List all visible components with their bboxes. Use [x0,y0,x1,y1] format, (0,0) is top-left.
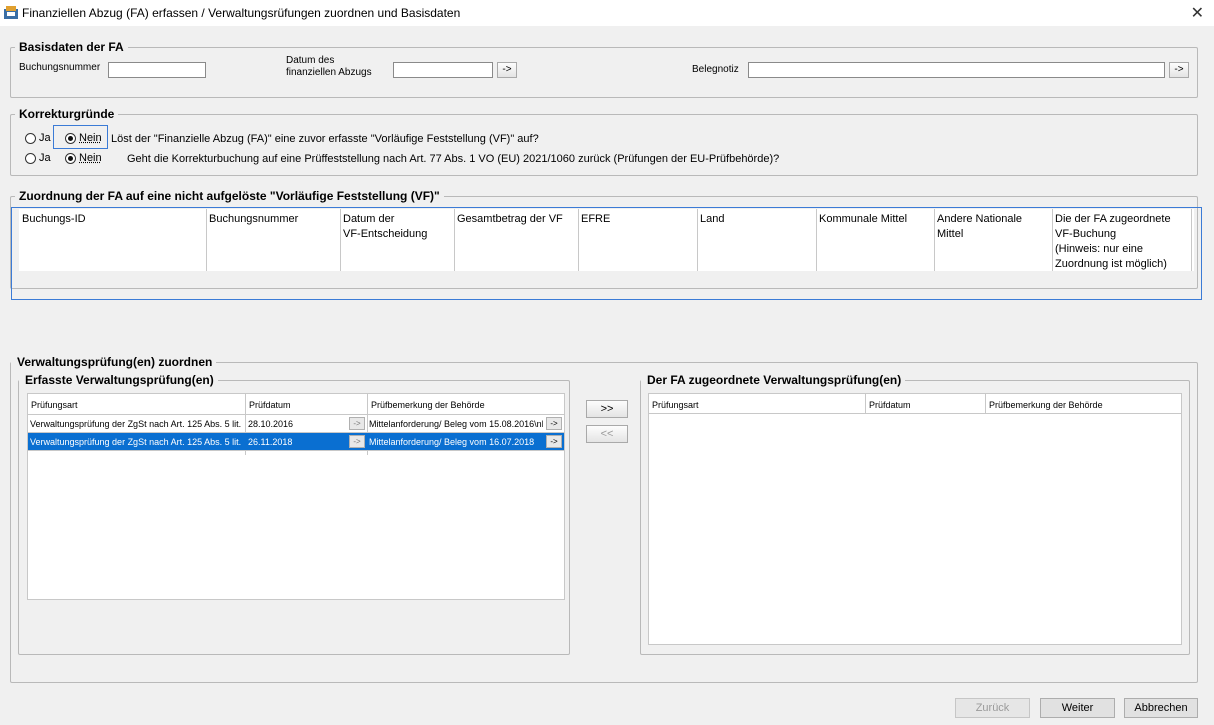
q2-ja-radio[interactable] [25,153,36,164]
back-button[interactable]: Zurück [955,698,1030,718]
erfasste-row-2-datum-button[interactable]: -> [349,435,365,448]
belegnotiz-button[interactable]: -> [1169,62,1189,78]
buchungsnummer-label: Buchungsnummer [19,62,101,73]
erfasste-row-2-art: Verwaltungsprüfung der ZgSt nach Art. 12… [30,437,244,447]
korrekturgruende-legend: Korrekturgründe [19,107,115,121]
zuordnung-col-land[interactable]: Land [700,212,724,227]
erfasste-legend: Erfasste Verwaltungsprüfung(en) [25,373,214,387]
vp-legend: Verwaltungsprüfung(en) zuordnen [17,355,213,369]
erfasste-row-2-bemerkung-button[interactable]: -> [546,435,562,448]
erfasste-col-pruefdatum[interactable]: Prüfdatum [249,397,291,413]
zuordnung-col-andere-nationale-mittel[interactable]: Andere Nationale Mittel [937,212,1022,242]
erfasste-row-1-datum: 28.10.2016 [248,419,294,429]
zuordnung-col-gesamtbetrag[interactable]: Gesamtbetrag der VF [457,212,563,227]
zuordnung-col-datum[interactable]: Datum der VF-Entscheidung [343,212,427,242]
q1-ja-radio[interactable] [25,133,36,144]
zugeordnete-legend: Der FA zugeordnete Verwaltungsprüfung(en… [647,373,902,387]
zugeordnete-col-pruefungsart[interactable]: Prüfungsart [652,397,699,413]
zugeordnete-col-bemerkung[interactable]: Prüfbemerkung der Behörde [989,397,1103,413]
move-left-button[interactable]: << [586,425,628,443]
datum-picker-button[interactable]: -> [497,62,517,78]
q1-question: Löst der "Finanzielle Abzug (FA)" eine z… [111,133,539,145]
buchungsnummer-input[interactable] [108,62,206,78]
move-right-button[interactable]: >> [586,400,628,418]
q2-question: Geht die Korrekturbuchung auf eine Prüff… [127,153,780,165]
cancel-button[interactable]: Abbrechen [1124,698,1198,718]
zuordnung-col-buchungs-id[interactable]: Buchungs-ID [22,212,86,227]
zuordnung-col-buchungsnummer[interactable]: Buchungsnummer [209,212,298,227]
q2-ja-label: Ja [39,152,51,164]
datum-label-line1: Datum des [286,55,335,66]
window-title: Finanziellen Abzug (FA) erfassen / Verwa… [22,6,461,20]
belegnotiz-label: Belegnotiz [692,64,739,75]
zuordnung-col-efre[interactable]: EFRE [581,212,610,227]
erfasste-col-pruefungsart[interactable]: Prüfungsart [31,397,78,413]
datum-input[interactable] [393,62,493,78]
erfasste-col-bemerkung[interactable]: Prüfbemerkung der Behörde [371,397,485,413]
erfasste-row-1-bemerkung: Mittelanforderung/ Beleg vom 15.08.2016\… [369,419,543,429]
q1-nein-radio[interactable] [65,133,76,144]
erfasste-row-2-bemerkung: Mittelanforderung/ Beleg vom 16.07.2018 [369,437,535,447]
zuordnung-col-kommunale-mittel[interactable]: Kommunale Mittel [819,212,907,227]
erfasste-row-2-datum: 26.11.2018 [248,437,293,447]
erfasste-row-1-bemerkung-button[interactable]: -> [546,417,562,430]
erfasste-row-1-datum-button[interactable]: -> [349,417,365,430]
app-icon [4,6,18,19]
zugeordnete-col-pruefdatum[interactable]: Prüfdatum [869,397,911,413]
q1-ja-label: Ja [39,132,51,144]
zugeordnete-table[interactable] [648,393,1182,645]
erfasste-row-1-art: Verwaltungsprüfung der ZgSt nach Art. 12… [30,419,244,429]
close-icon[interactable]: ✕ [1191,3,1204,23]
q1-nein-label: Nein [79,132,102,144]
q2-nein-label: Nein [79,152,102,164]
basisdaten-legend: Basisdaten der FA [19,40,124,54]
belegnotiz-input[interactable] [748,62,1165,78]
datum-label-line2: finanziellen Abzugs [286,67,372,78]
zuordnung-legend: Zuordnung der FA auf eine nicht aufgelös… [19,189,440,203]
next-button[interactable]: Weiter [1040,698,1115,718]
zuordnung-col-vf-buchung[interactable]: Die der FA zugeordnete VF-Buchung (Hinwe… [1055,212,1171,272]
q2-nein-radio[interactable] [65,153,76,164]
